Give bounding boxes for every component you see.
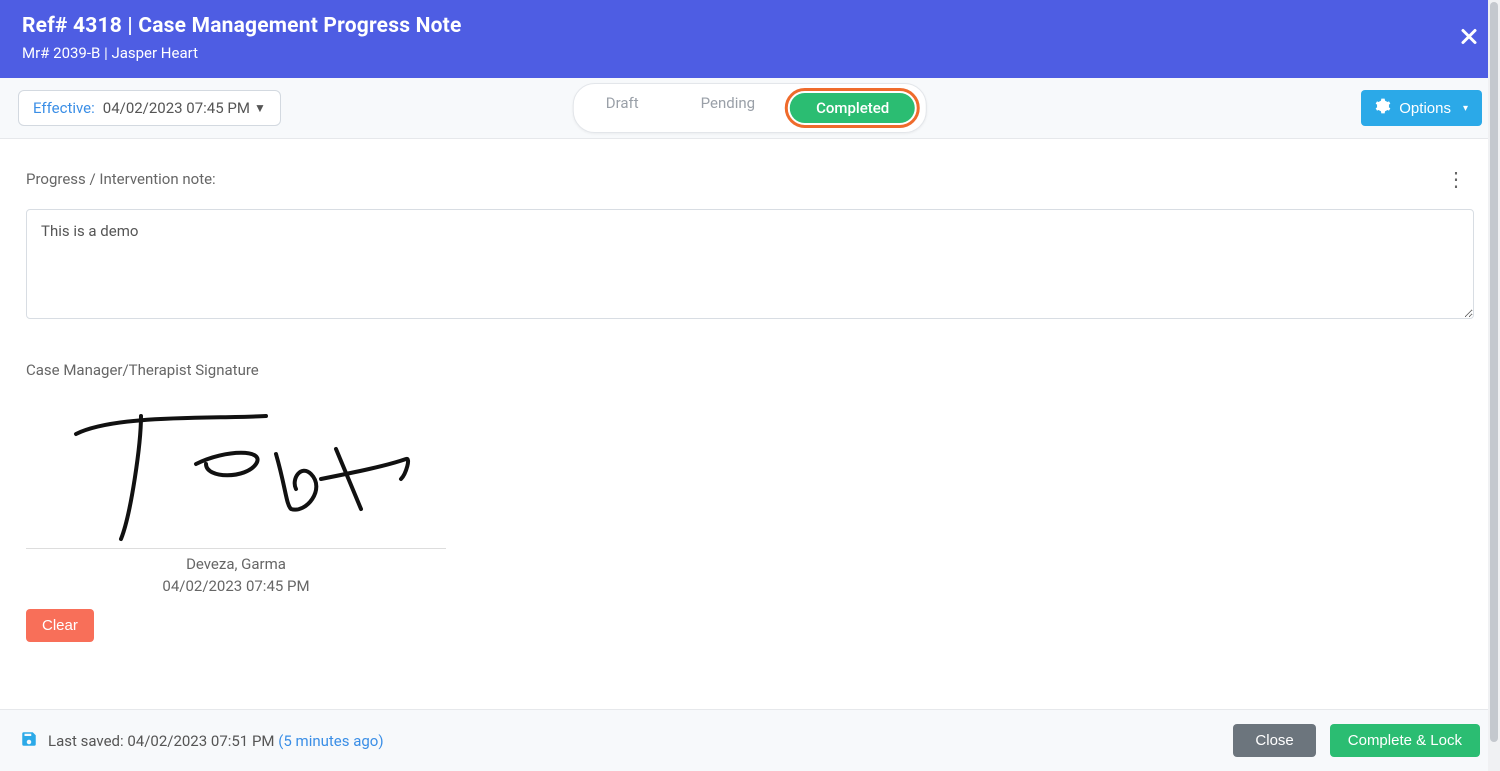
status-pending[interactable]: Pending (675, 88, 781, 128)
status-completed[interactable]: Completed (790, 93, 915, 123)
caret-down-icon: ▾ (1463, 103, 1468, 114)
effective-value: 04/02/2023 07:45 PM ▼ (103, 99, 266, 117)
note-label: Progress / Intervention note: (26, 170, 216, 188)
signed-timestamp: 04/02/2023 07:45 PM (26, 577, 446, 595)
modal-header: Ref# 4318 | Case Management Progress Not… (0, 0, 1500, 78)
toolbar: Effective: 04/02/2023 07:45 PM ▼ Draft P… (0, 78, 1500, 139)
page-subtitle: Mr# 2039-B | Jasper Heart (22, 44, 1478, 62)
complete-lock-button[interactable]: Complete & Lock (1330, 724, 1480, 757)
save-icon (20, 730, 38, 752)
footer-bar: Last saved: 04/02/2023 07:51 PM (5 minut… (0, 709, 1500, 771)
signature-block: Deveza, Garma 04/02/2023 07:45 PM (26, 389, 446, 595)
options-button[interactable]: Options ▾ (1361, 90, 1482, 126)
options-label: Options (1399, 100, 1451, 117)
status-completed-highlight: Completed (785, 88, 920, 128)
last-saved-ago: (5 minutes ago) (275, 732, 384, 750)
signature-pad[interactable] (26, 389, 446, 549)
chevron-down-icon: ▼ (254, 101, 266, 115)
status-pill-container: Draft Pending Completed (573, 83, 927, 133)
scrollbar-thumb[interactable] (1490, 2, 1498, 742)
last-saved-text: Last saved: 04/02/2023 07:51 PM (5 minut… (48, 732, 384, 750)
page-title: Ref# 4318 | Case Management Progress Not… (22, 14, 1478, 38)
signer-name: Deveza, Garma (26, 555, 446, 573)
status-toggle: Draft Pending Completed (573, 83, 927, 133)
form-body: Progress / Intervention note: ⋮ Case Man… (0, 139, 1500, 662)
gear-icon (1375, 98, 1391, 118)
signature-label: Case Manager/Therapist Signature (26, 361, 1474, 379)
progress-note-input[interactable] (26, 209, 1474, 319)
clear-signature-button[interactable]: Clear (26, 609, 94, 642)
close-icon[interactable] (1460, 27, 1478, 52)
close-button[interactable]: Close (1233, 724, 1315, 757)
status-draft[interactable]: Draft (580, 88, 665, 128)
signature-stroke (56, 394, 416, 544)
more-options-icon[interactable]: ⋮ (1438, 165, 1474, 193)
effective-label: Effective: (33, 99, 95, 117)
effective-date-picker[interactable]: Effective: 04/02/2023 07:45 PM ▼ (18, 90, 281, 126)
footer-actions: Close Complete & Lock (1233, 724, 1480, 757)
vertical-scrollbar[interactable] (1488, 0, 1500, 771)
